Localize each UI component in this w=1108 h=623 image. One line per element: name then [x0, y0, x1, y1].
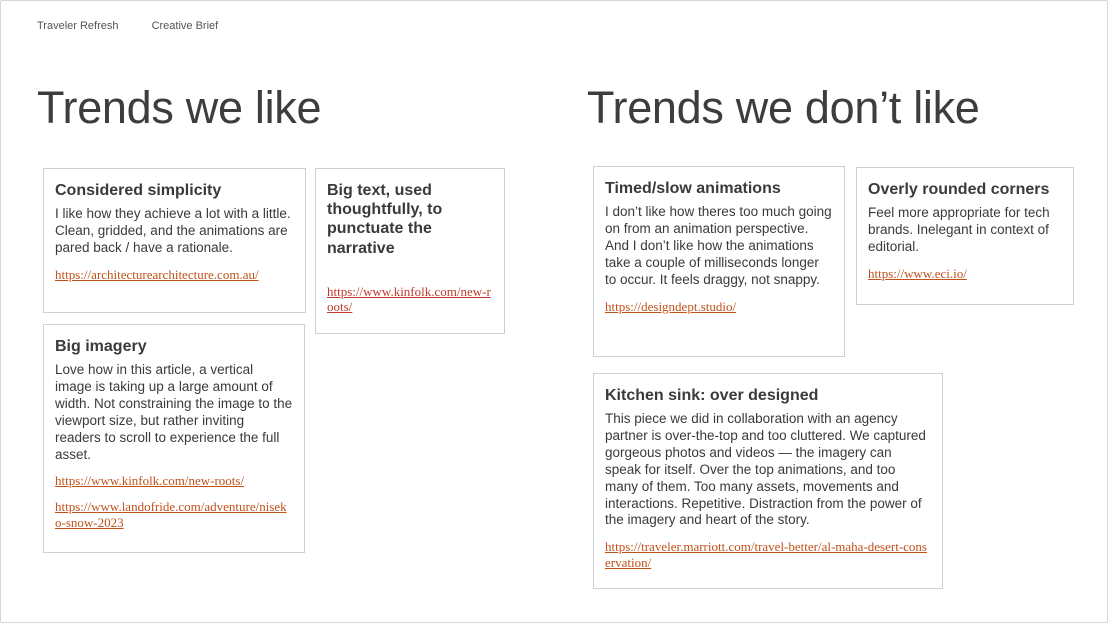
card-body: I like how they achieve a lot with a lit…	[55, 206, 291, 255]
heading-trends-we-dont-like: Trends we don’t like	[587, 82, 980, 133]
nav-item-creative-brief[interactable]: Creative Brief	[152, 20, 219, 32]
card-big-text: Big text, used thoughtfully, to punctuat…	[315, 168, 505, 334]
top-nav: Traveler Refresh Creative Brief	[37, 20, 248, 32]
card-body: Feel more appropriate for tech brands. I…	[868, 205, 1050, 254]
card-title: Kitchen sink: over designed	[605, 387, 819, 404]
card-link[interactable]: https://www.landofride.com/adventure/nis…	[55, 499, 293, 530]
card-title: Considered simplicity	[55, 182, 222, 199]
nav-item-traveler-refresh[interactable]: Traveler Refresh	[37, 20, 119, 32]
card-title: Timed/slow animations	[605, 180, 781, 197]
card-link[interactable]: https://designdept.studio/	[605, 299, 833, 315]
card-considered-simplicity: Considered simplicity I like how they ac…	[43, 168, 306, 313]
card-title: Big imagery	[55, 338, 147, 355]
card-kitchen-sink: Kitchen sink: over designed This piece w…	[593, 373, 943, 589]
card-overly-rounded-corners: Overly rounded corners Feel more appropr…	[856, 167, 1074, 305]
card-big-imagery: Big imagery Love how in this article, a …	[43, 324, 305, 553]
card-body: This piece we did in collaboration with …	[605, 411, 926, 528]
card-title: Overly rounded corners	[868, 181, 1050, 198]
card-link[interactable]: https://www.kinfolk.com/new-roots/	[327, 284, 493, 315]
card-link[interactable]: https://traveler.marriott.com/travel-bet…	[605, 539, 931, 570]
card-timed-slow-animations: Timed/slow animations I don’t like how t…	[593, 166, 845, 357]
card-link[interactable]: https://architecturearchitecture.com.au/	[55, 267, 294, 283]
card-body: I don’t like how theres too much going o…	[605, 204, 832, 287]
card-link[interactable]: https://www.eci.io/	[868, 266, 1062, 282]
card-body: Love how in this article, a vertical ima…	[55, 362, 293, 462]
card-title: Big text, used thoughtfully, to punctuat…	[327, 182, 443, 257]
heading-trends-we-like: Trends we like	[37, 82, 322, 133]
card-link[interactable]: https://www.kinfolk.com/new-roots/	[55, 473, 293, 489]
